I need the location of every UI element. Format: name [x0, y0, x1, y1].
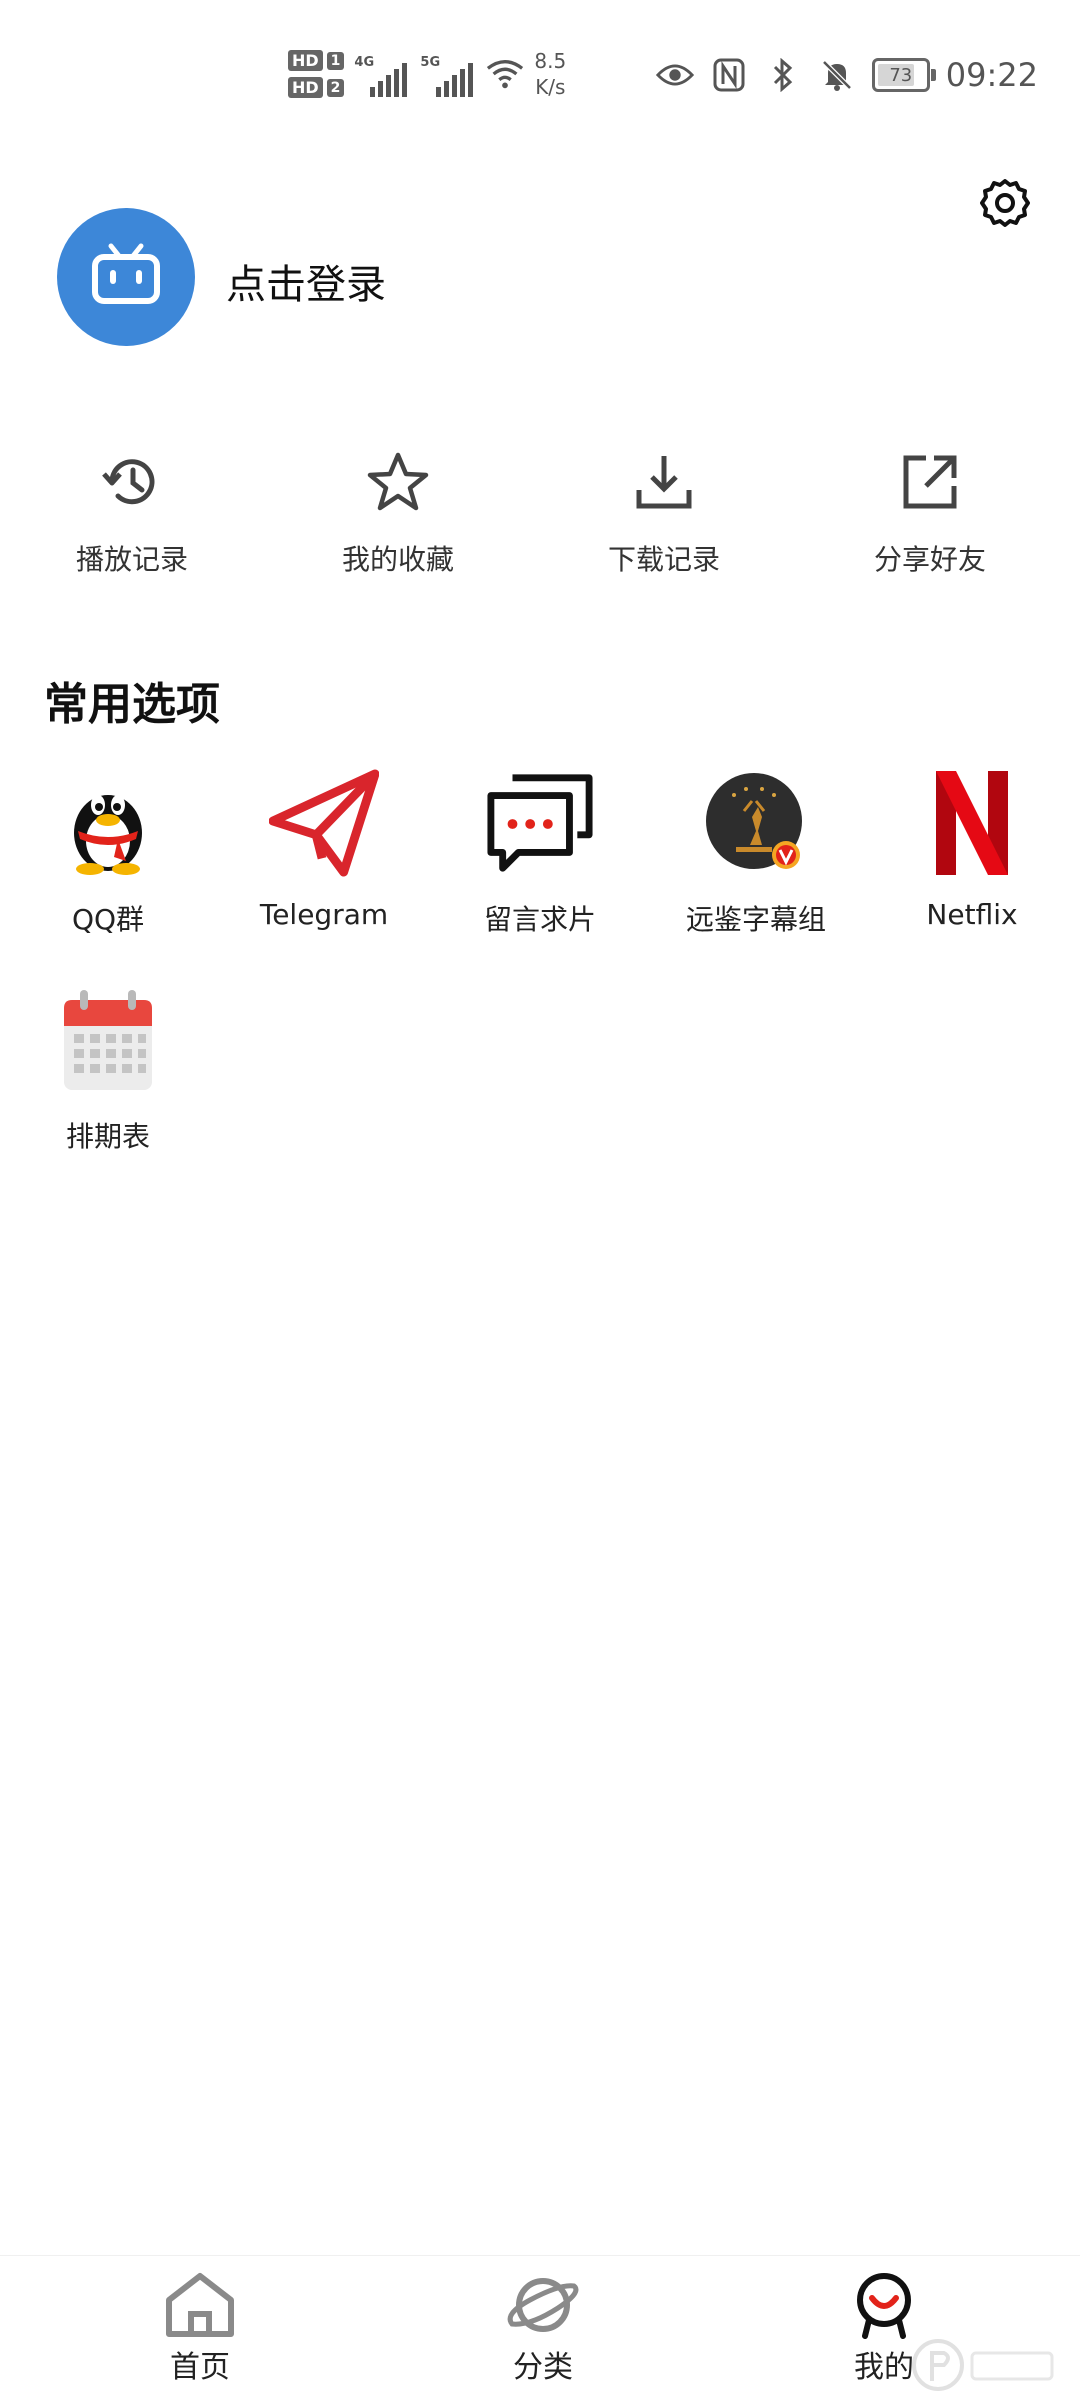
subtitle-group-icon [701, 768, 811, 878]
quick-action-history[interactable]: 播放记录 [32, 450, 232, 578]
bluetooth-icon [764, 56, 802, 94]
signal-5g-icon: 5G [420, 49, 476, 99]
quick-action-share[interactable]: 分享好友 [830, 450, 1030, 578]
section-title: 常用选项 [44, 679, 220, 730]
quick-action-favorites[interactable]: 我的收藏 [298, 450, 498, 578]
sim2-hd-label: HD [288, 77, 323, 98]
sim2-hd-badge: HD 2 [288, 77, 345, 98]
quick-action-label: 我的收藏 [341, 543, 454, 576]
nav-label: 首页 [170, 2350, 230, 2385]
tv-icon [91, 243, 161, 311]
option-subtitle-group[interactable]: 远鉴字幕组 [648, 768, 864, 938]
nav-label: 分类 [513, 2350, 573, 2385]
planet-icon [506, 2270, 580, 2340]
gear-icon [979, 177, 1031, 233]
clock: 09:22 [945, 56, 1038, 94]
quick-action-downloads[interactable]: 下载记录 [564, 450, 764, 578]
nfc-icon [710, 56, 748, 94]
option-label: QQ群 [71, 903, 145, 936]
option-qq-group[interactable]: QQ群 [0, 768, 216, 938]
history-icon [100, 450, 164, 514]
option-label: 排期表 [65, 1120, 150, 1153]
quick-action-label: 下载记录 [607, 543, 720, 576]
option-label: 远鉴字幕组 [685, 903, 826, 936]
qq-penguin-icon [53, 768, 163, 878]
option-label: Netflix [926, 898, 1018, 931]
home-icon [163, 2270, 237, 2340]
login-prompt[interactable]: 点击登录 [226, 252, 386, 310]
sim2-slot: 2 [326, 78, 345, 97]
wifi-icon [486, 55, 524, 93]
quick-actions: 播放记录 我的收藏 下载记录 分享好友 [0, 450, 1080, 590]
battery-indicator: 73 [871, 58, 936, 92]
option-label: 留言求片 [483, 903, 596, 936]
watermark-logo [910, 2335, 1060, 2395]
message-icon [485, 768, 595, 878]
option-request-movie[interactable]: 留言求片 [432, 768, 648, 938]
settings-button[interactable] [975, 175, 1035, 235]
status-left: HD 1 HD 2 4G 5G 8.5 K/s [288, 48, 566, 100]
smile-person-icon [847, 2270, 921, 2340]
status-bar: HD 1 HD 2 4G 5G 8.5 K/s 73 09:22 [0, 0, 1080, 150]
option-telegram[interactable]: Telegram [216, 768, 432, 931]
eye-icon [655, 56, 694, 94]
option-netflix[interactable]: Netflix [864, 768, 1080, 931]
telegram-icon [269, 768, 379, 878]
sim1-slot: 1 [326, 51, 345, 70]
signal-4g-icon: 4G [354, 49, 410, 99]
battery-level: 73 [889, 64, 913, 86]
netflix-icon [917, 768, 1027, 878]
calendar-icon [53, 985, 163, 1095]
speed-unit: K/s [535, 75, 566, 99]
option-schedule[interactable]: 排期表 [0, 985, 216, 1155]
bell-off-icon [818, 56, 856, 94]
sim1-hd-badge: HD 1 [288, 50, 345, 71]
nav-item-home[interactable]: 首页 [100, 2270, 300, 2386]
star-icon [366, 450, 430, 514]
sim1-hd-label: HD [288, 50, 323, 71]
quick-action-label: 分享好友 [873, 543, 986, 576]
speed-value: 8.5 [534, 49, 567, 73]
share-icon [898, 450, 962, 514]
avatar[interactable] [57, 208, 195, 346]
sim-hd-badges: HD 1 HD 2 [288, 50, 345, 98]
download-icon [632, 450, 696, 514]
option-label: Telegram [259, 898, 389, 931]
nav-item-category[interactable]: 分类 [443, 2270, 643, 2386]
status-right: 73 09:22 [655, 56, 1038, 94]
quick-action-label: 播放记录 [75, 543, 188, 576]
network-speed: 8.5 K/s [534, 48, 566, 100]
